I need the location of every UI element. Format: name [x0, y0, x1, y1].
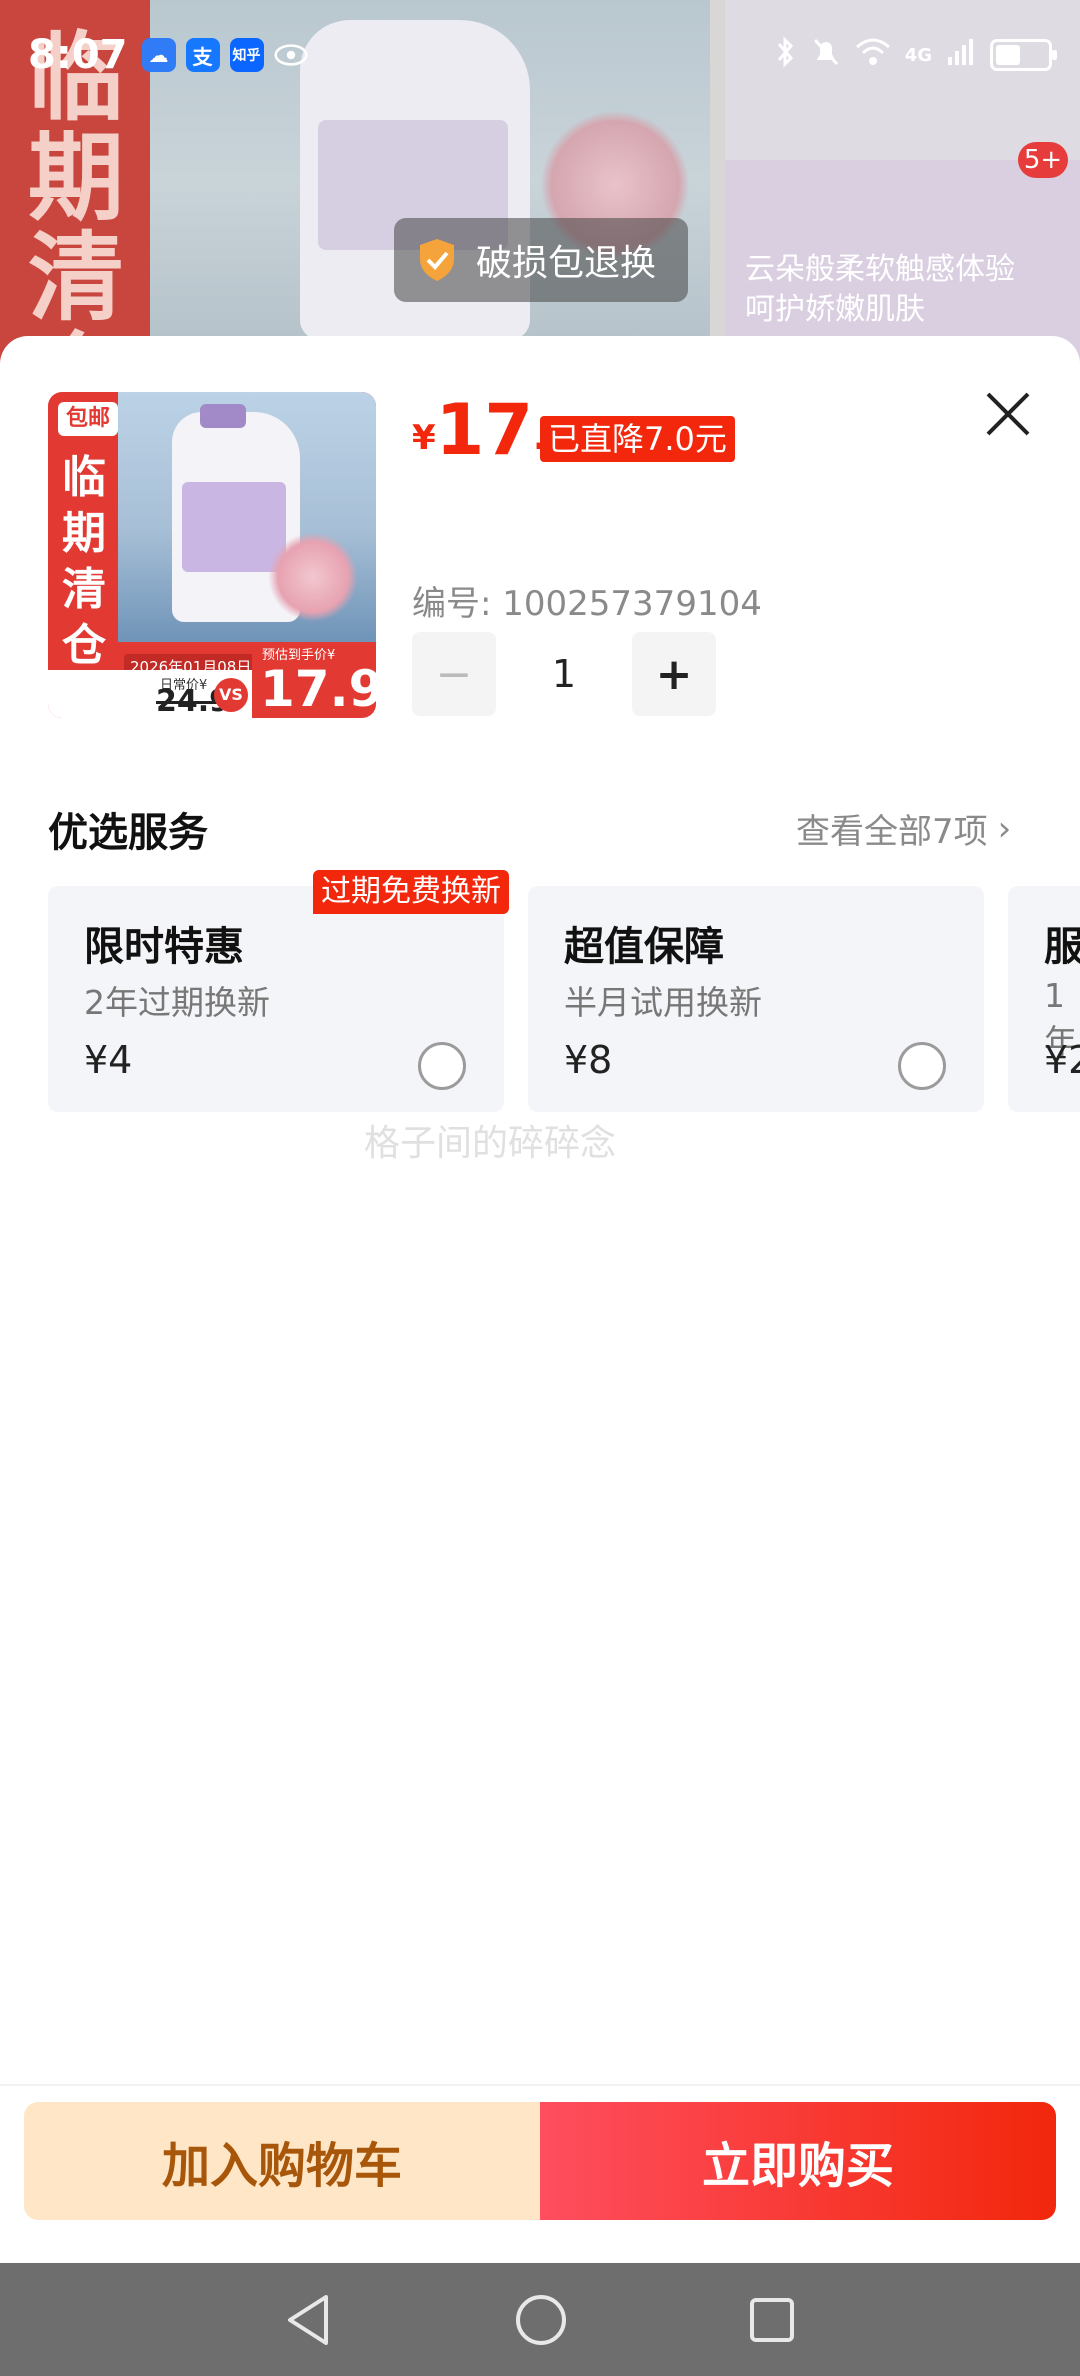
- status-time: 8:07: [28, 32, 128, 78]
- price-drop-tag: 已直降7.0元: [540, 416, 735, 462]
- buy-now-button[interactable]: 立即购买: [540, 2102, 1056, 2220]
- signal-icon: [946, 37, 976, 74]
- product-thumbnail: 包邮 临 期 清 仓 2026年01月08日到期 日常价¥ 24.9 VS 预估…: [48, 392, 376, 718]
- home-nav-button[interactable]: [514, 2293, 568, 2347]
- service-name: 限时特惠: [84, 924, 244, 970]
- price-integer: 17: [435, 389, 534, 471]
- free-shipping-tag: 包邮: [58, 402, 119, 436]
- service-radio[interactable]: [898, 1042, 946, 1090]
- service-price: ¥8: [564, 1038, 613, 1082]
- status-bar: 8:07 ☁ 支 知乎 4G: [0, 0, 1080, 110]
- side-card-line: 呵护娇嫩肌肤: [745, 292, 925, 327]
- service-desc: 半月试用换新: [564, 983, 762, 1022]
- estimated-price: 17.9: [260, 660, 376, 718]
- action-bar: 加入购物车 立即购买: [24, 2102, 1056, 2220]
- thumbnail-bottle-cap: [200, 404, 246, 428]
- divider: [0, 2084, 1080, 2086]
- mute-bell-icon: [811, 36, 841, 75]
- currency-symbol: ¥: [412, 418, 436, 458]
- thumbnail-vertical-text: 临 期 清 仓: [56, 450, 112, 674]
- shield-check-icon: [420, 239, 454, 281]
- add-to-cart-button[interactable]: 加入购物车: [24, 2102, 540, 2220]
- service-name: 超值保障: [564, 924, 724, 970]
- battery-icon: [990, 39, 1057, 71]
- service-option-card[interactable]: 限时特惠 2年过期换新 ¥4: [48, 886, 504, 1112]
- service-desc: 2年过期换新: [84, 983, 270, 1022]
- eye-icon: [273, 38, 308, 72]
- cloud-app-icon: ☁: [141, 38, 176, 72]
- toast: 破损包退换: [394, 218, 688, 302]
- services-title: 优选服务: [48, 810, 208, 856]
- product-sku: 编号: 100257379104: [412, 584, 762, 624]
- thumbnail-flower: [268, 532, 358, 622]
- status-right-group: 4G: [775, 35, 1057, 75]
- increase-button[interactable]: +: [632, 632, 716, 716]
- service-price: ¥2: [1044, 1038, 1080, 1082]
- zhihu-icon: 知乎: [229, 38, 264, 72]
- thumb-char: 临: [62, 452, 106, 503]
- wifi-icon: [855, 37, 891, 74]
- close-button[interactable]: [978, 384, 1038, 444]
- bluetooth-icon: [775, 35, 797, 75]
- chevron-right-icon: ›: [997, 808, 1012, 849]
- service-price: ¥4: [84, 1038, 133, 1082]
- service-name: 服: [1044, 924, 1080, 970]
- thumb-char: 期: [62, 508, 106, 559]
- alipay-icon: 支: [185, 38, 220, 72]
- background-side-card-text: 云朵般柔软触感体验 呵护娇嫩肌肤: [745, 250, 1015, 330]
- view-all-services-link[interactable]: 查看全部7项 ›: [796, 804, 1011, 853]
- toast-text: 破损包退换: [476, 243, 657, 284]
- back-triangle-icon: [288, 2294, 328, 2345]
- service-option-card[interactable]: 超值保障 半月试用换新 ¥8: [528, 886, 984, 1112]
- system-navigation-bar: [0, 2263, 1080, 2376]
- network-type: 4G: [904, 44, 932, 66]
- recents-nav-button[interactable]: [748, 2296, 796, 2344]
- quantity-stepper: − 1 +: [412, 632, 716, 716]
- thumbnail-bottle-label: [182, 482, 286, 572]
- service-badge: 过期免费换新: [313, 870, 509, 914]
- service-radio[interactable]: [418, 1042, 466, 1090]
- watermark: 格子间的碎碎念: [364, 1123, 617, 1164]
- recents-square-icon: [750, 2297, 794, 2342]
- view-all-label: 查看全部7项: [796, 812, 988, 852]
- decrease-button[interactable]: −: [412, 632, 496, 716]
- vs-badge: VS: [214, 678, 248, 712]
- home-circle-icon: [516, 2294, 566, 2345]
- quantity-value[interactable]: 1: [496, 652, 632, 696]
- close-icon: [986, 392, 1030, 436]
- side-card-line: 云朵般柔软触感体验: [745, 252, 1015, 287]
- service-option-card-partial[interactable]: 服 1年 ¥2: [1008, 886, 1080, 1112]
- thumb-char: 清: [62, 564, 106, 615]
- thumb-char: 仓: [62, 620, 106, 671]
- back-nav-button[interactable]: [284, 2293, 334, 2347]
- notification-badge: 5+: [1018, 142, 1068, 178]
